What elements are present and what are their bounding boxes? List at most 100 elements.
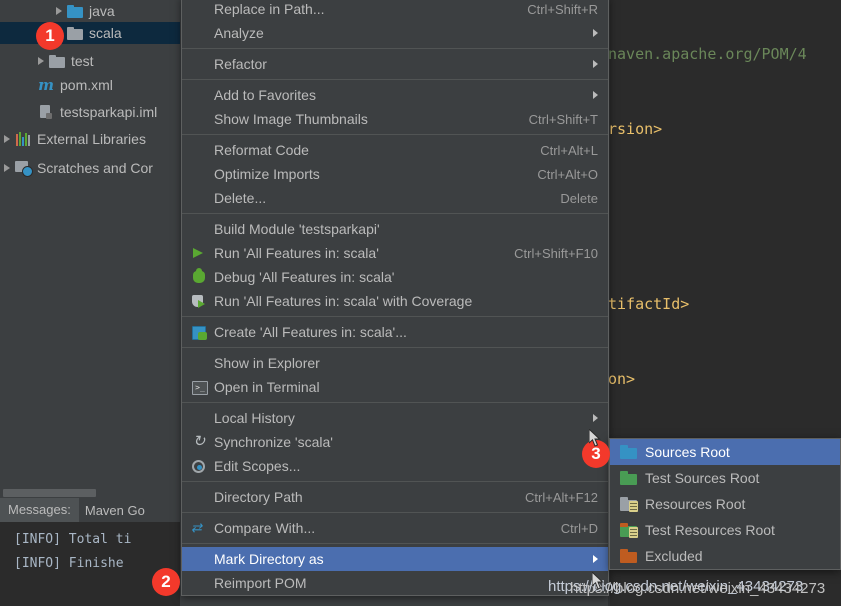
- debug-icon: [190, 268, 208, 286]
- submenu-item-label: Excluded: [645, 548, 703, 564]
- menu-item-label: Refactor: [214, 56, 267, 72]
- menu-item-run-all-features[interactable]: Run 'All Features in: scala' Ctrl+Shift+…: [182, 241, 608, 265]
- submenu-item-test-sources-root[interactable]: Test Sources Root: [610, 465, 840, 491]
- menu-separator: [182, 48, 608, 49]
- menu-item-label: Local History: [214, 410, 295, 426]
- blank-icon: [190, 574, 208, 592]
- menu-item-replace-in-path[interactable]: Replace in Path... Ctrl+Shift+R: [182, 0, 608, 21]
- blank-icon: [190, 409, 208, 427]
- project-tree[interactable]: java scala test m pom.xml testsparkapi.i…: [0, 0, 180, 490]
- chevron-right-icon[interactable]: [38, 57, 44, 65]
- tree-row-java[interactable]: java: [0, 0, 180, 22]
- menu-item-accelerator: Ctrl+Shift+F10: [514, 245, 598, 261]
- submenu-item-label: Sources Root: [645, 444, 730, 460]
- submenu-item-excluded[interactable]: Excluded: [610, 543, 840, 569]
- menu-item-directory-path[interactable]: Directory Path Ctrl+Alt+F12: [182, 485, 608, 509]
- menu-item-build-module[interactable]: Build Module 'testsparkapi': [182, 217, 608, 241]
- menu-item-refactor[interactable]: Refactor: [182, 52, 608, 76]
- menu-item-reimport-pom[interactable]: Reimport POM: [182, 571, 608, 595]
- tree-item-label: java: [89, 3, 115, 19]
- mark-directory-as-submenu[interactable]: Sources Root Test Sources Root Resources…: [609, 438, 841, 570]
- menu-item-mark-directory-as[interactable]: Mark Directory as: [182, 547, 608, 571]
- submenu-item-label: Test Resources Root: [645, 522, 775, 538]
- submenu-item-label: Test Sources Root: [645, 470, 760, 486]
- menu-item-label: Add to Favorites: [214, 87, 316, 103]
- menu-item-accelerator: Delete: [560, 190, 598, 206]
- run-icon: [190, 244, 208, 262]
- mouse-cursor-icon: [592, 572, 604, 590]
- tab-messages[interactable]: Messages:: [0, 498, 79, 522]
- menu-item-create-run-configuration[interactable]: Create 'All Features in: scala'...: [182, 320, 608, 344]
- submenu-arrow-icon: [593, 414, 598, 422]
- menu-item-label: Replace in Path...: [214, 1, 325, 17]
- menu-separator: [182, 402, 608, 403]
- tree-row-external-libraries[interactable]: External Libraries: [0, 128, 180, 150]
- context-menu[interactable]: Replace in Path... Ctrl+Shift+R Analyze …: [181, 0, 609, 596]
- menu-item-synchronize[interactable]: ↻ Synchronize 'scala': [182, 430, 608, 454]
- mouse-cursor-icon: [589, 429, 601, 447]
- tree-row-pom-xml[interactable]: m pom.xml: [0, 74, 180, 96]
- menu-item-run-with-coverage[interactable]: Run 'All Features in: scala' with Covera…: [182, 289, 608, 313]
- menu-item-optimize-imports[interactable]: Optimize Imports Ctrl+Alt+O: [182, 162, 608, 186]
- chevron-right-icon[interactable]: [4, 164, 10, 172]
- menu-item-debug-all-features[interactable]: Debug 'All Features in: scala': [182, 265, 608, 289]
- submenu-item-sources-root[interactable]: Sources Root: [610, 439, 840, 465]
- menu-item-analyze[interactable]: Analyze: [182, 21, 608, 45]
- coverage-icon: [190, 292, 208, 310]
- tree-item-label: pom.xml: [60, 77, 113, 93]
- menu-item-accelerator: Ctrl+Alt+O: [537, 166, 598, 182]
- tree-horizontal-scrollbar-thumb[interactable]: [3, 489, 96, 497]
- menu-item-label: Create 'All Features in: scala'...: [214, 324, 407, 340]
- menu-item-add-to-favorites[interactable]: Add to Favorites: [182, 83, 608, 107]
- tree-item-label: test: [71, 53, 94, 69]
- menu-item-reformat-code[interactable]: Reformat Code Ctrl+Alt+L: [182, 138, 608, 162]
- menu-item-label: Mark Directory as: [214, 551, 324, 567]
- submenu-arrow-icon: [593, 91, 598, 99]
- menu-item-show-image-thumbnails[interactable]: Show Image Thumbnails Ctrl+Shift+T: [182, 107, 608, 131]
- submenu-arrow-icon: [593, 29, 598, 37]
- tree-row-iml[interactable]: testsparkapi.iml: [0, 101, 180, 123]
- code-line: rsion>: [608, 120, 663, 138]
- iml-file-icon: [38, 104, 54, 120]
- submenu-item-resources-root[interactable]: Resources Root: [610, 491, 840, 517]
- menu-item-label: Directory Path: [214, 489, 303, 505]
- tab-maven-goal[interactable]: Maven Go: [79, 499, 151, 522]
- tree-item-label: testsparkapi.iml: [60, 104, 158, 120]
- menu-item-label: Run 'All Features in: scala': [214, 245, 379, 261]
- menu-item-edit-scopes[interactable]: Edit Scopes...: [182, 454, 608, 478]
- submenu-item-test-resources-root[interactable]: Test Resources Root: [610, 517, 840, 543]
- chevron-right-icon[interactable]: [4, 135, 10, 143]
- menu-item-delete[interactable]: Delete... Delete: [182, 186, 608, 210]
- menu-item-label: Build Module 'testsparkapi': [214, 221, 380, 237]
- console-line: [INFO] Total ti: [14, 532, 132, 547]
- create-config-icon: [190, 323, 208, 341]
- menu-separator: [182, 512, 608, 513]
- blank-icon: [190, 55, 208, 73]
- scratches-icon: [15, 161, 33, 177]
- menu-item-accelerator: Ctrl+Alt+F12: [525, 489, 598, 505]
- resources-root-folder-icon: [620, 497, 638, 512]
- menu-item-local-history[interactable]: Local History: [182, 406, 608, 430]
- blank-icon: [190, 165, 208, 183]
- menu-item-accelerator: Ctrl+Shift+R: [527, 1, 598, 17]
- menu-item-open-in-terminal[interactable]: >_ Open in Terminal: [182, 375, 608, 399]
- folder-icon: [67, 4, 83, 18]
- library-icon: [15, 132, 31, 146]
- tree-row-scratches[interactable]: Scratches and Cor: [0, 157, 180, 179]
- blank-icon: [190, 110, 208, 128]
- tree-item-label: External Libraries: [37, 131, 146, 147]
- folder-icon: [49, 54, 65, 68]
- blank-icon: [190, 24, 208, 42]
- test-sources-root-folder-icon: [620, 471, 637, 485]
- menu-item-show-in-explorer[interactable]: Show in Explorer: [182, 351, 608, 375]
- menu-item-compare-with[interactable]: ⇄ Compare With... Ctrl+D: [182, 516, 608, 540]
- blank-icon: [190, 354, 208, 372]
- code-line: tifactId>: [608, 295, 690, 313]
- menu-separator: [182, 316, 608, 317]
- console-output[interactable]: [INFO] Total ti [INFO] Finishe: [0, 522, 180, 606]
- tree-row-scala[interactable]: scala: [0, 22, 180, 44]
- tree-row-test[interactable]: test: [0, 50, 180, 72]
- chevron-right-icon[interactable]: [56, 7, 62, 15]
- menu-separator: [182, 347, 608, 348]
- blank-icon: [190, 488, 208, 506]
